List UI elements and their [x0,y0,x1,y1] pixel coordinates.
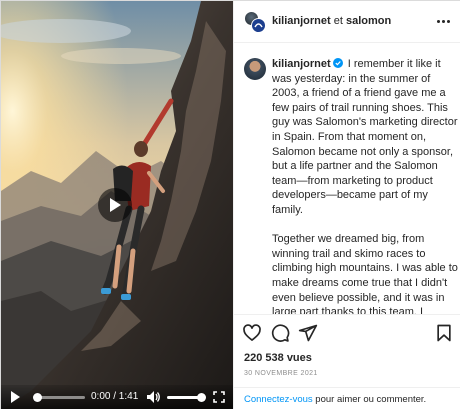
instagram-post-embed: 0:00 / 1:41 kilianjornet et salomon kili… [0,0,460,409]
post-authors: kilianjornet et salomon [272,15,391,27]
salomon-logo-icon [254,23,263,28]
heart-icon [243,324,261,341]
collab-avatars[interactable] [244,11,266,33]
header-username-link[interactable]: kilianjornet [272,15,331,27]
post-side-panel: kilianjornet et salomon kilianjornet I r… [233,1,460,409]
save-button[interactable] [434,323,454,343]
caption-section: kilianjornet I remember it like it was y… [234,44,460,314]
caption-avatar[interactable] [244,58,266,80]
avatar-salomon [251,18,266,33]
seek-bar[interactable] [37,396,85,399]
volume-handle[interactable] [197,393,206,402]
dot-icon [436,19,440,23]
caption-username-link[interactable]: kilianjornet [272,58,331,70]
video-controls-bar: 0:00 / 1:41 [1,385,233,409]
post-date: 30 NOVEMBRE 2021 [244,370,318,377]
login-link[interactable]: Connectez-vous [244,394,313,405]
play-control-button[interactable] [9,391,21,403]
play-overlay-button[interactable] [98,188,132,222]
seek-handle[interactable] [33,393,42,402]
volume-slider[interactable] [167,396,201,399]
post-actions: 220 538 vues 30 NOVEMBRE 2021 Connectez-… [234,314,460,409]
dot-icon [446,19,450,23]
header-conjunction: et [333,15,343,27]
play-icon [110,198,121,212]
verified-badge-icon [332,58,343,68]
bookmark-icon [437,324,451,342]
post-caption: kilianjornet I remember it like it was y… [272,57,458,314]
login-prompt: Connectez-vous pour aimer ou commenter. [234,387,460,409]
caption-paragraph-1: I remember it like it was yesterday: in … [272,58,458,216]
login-prompt-text: pour aimer ou commenter. [312,394,427,405]
more-options-button[interactable] [434,13,452,29]
header-partner-link[interactable]: salomon [346,15,391,27]
volume-icon [147,391,160,403]
dot-icon [441,19,445,23]
caption-paragraph-2: Together we dreamed big, from winning tr… [272,233,458,314]
post-header: kilianjornet et salomon [234,1,460,43]
volume-button[interactable] [147,390,161,404]
play-icon [11,391,20,403]
fullscreen-icon [213,391,225,403]
video-time: 0:00 / 1:41 [91,391,139,402]
like-button[interactable] [242,323,262,343]
comment-icon [271,324,290,342]
fullscreen-button[interactable] [212,390,226,404]
post-video[interactable]: 0:00 / 1:41 [1,1,233,409]
send-icon [298,324,318,342]
view-count: 220 538 vues [244,352,312,364]
share-button[interactable] [298,323,318,343]
comment-button[interactable] [270,323,290,343]
